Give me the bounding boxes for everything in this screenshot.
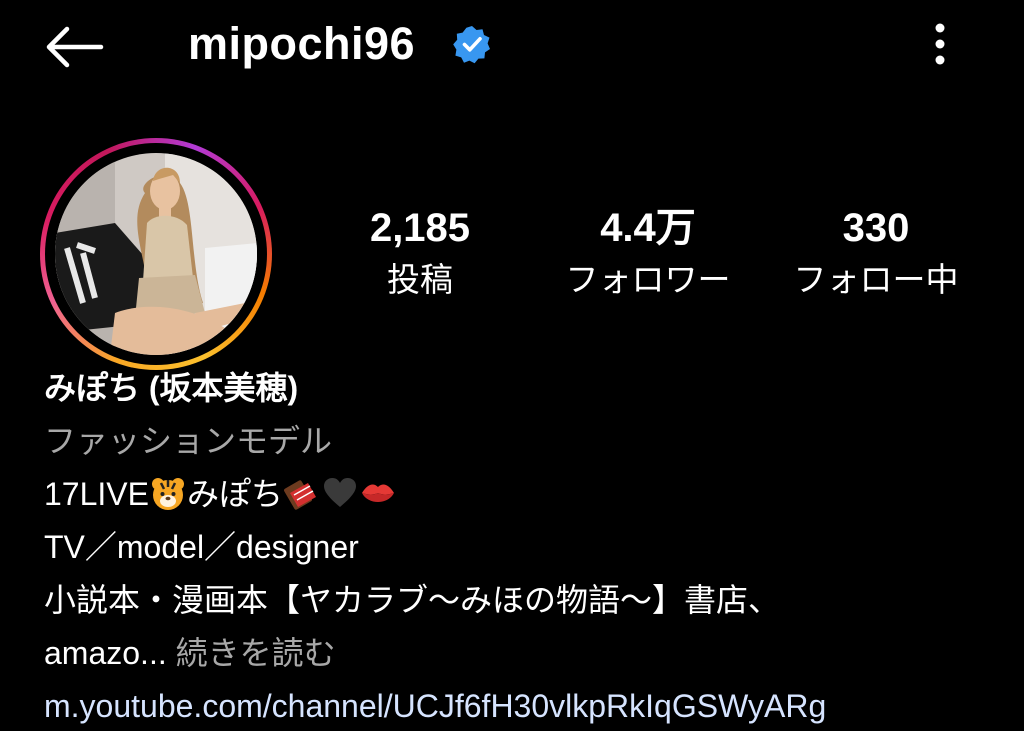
profile-photo <box>55 153 257 355</box>
bio-line-3: 小説本・漫画本【ヤカラブ〜みほの物語〜】書店、 <box>44 582 781 618</box>
more-vertical-icon <box>935 23 945 65</box>
tiger-face-emoji <box>151 478 184 510</box>
bio-line-4: amazo... 続きを読む <box>44 627 1004 680</box>
bio-line-2: TV／model／designer <box>44 529 359 565</box>
display-name: みぽち (坂本美穂) <box>44 370 299 406</box>
more-options-button[interactable] <box>916 18 964 70</box>
bio-section: みぽち (坂本美穂) ファッションモデル 17LIVE みぽち TV／model… <box>44 362 1004 731</box>
kiss-mark-emoji <box>361 484 394 502</box>
story-ring[interactable] <box>40 138 272 370</box>
followers-label: フォロワー <box>565 260 731 299</box>
following-count: 330 <box>842 206 910 250</box>
chocolate-bar-emoji <box>284 480 316 510</box>
profile-category: ファッションモデル <box>44 423 333 459</box>
followers-stat[interactable]: 4.4万 フォロワー <box>566 200 731 302</box>
black-heart-emoji <box>323 478 356 507</box>
arrow-left-icon <box>46 26 104 68</box>
bio-line-1-text-a: 17LIVE <box>44 476 149 512</box>
followers-count: 4.4万 <box>600 206 696 250</box>
bio-website-link[interactable]: m.youtube.com/channel/UCJf6fH30vlkpRkIqG… <box>44 680 1004 731</box>
posts-count: 2,185 <box>369 206 471 250</box>
back-button[interactable] <box>38 22 110 72</box>
bio-truncated-text: amazo... <box>44 635 167 671</box>
profile-username: mipochi96 <box>188 18 416 69</box>
read-more-link[interactable]: 続きを読む <box>176 635 336 671</box>
bio-line-1: 17LIVE みぽち <box>44 468 1004 521</box>
following-label: フォロー中 <box>793 260 959 299</box>
avatar[interactable] <box>55 153 257 355</box>
posts-stat[interactable]: 2,185 投稿 <box>370 200 470 302</box>
bio-line-1-text-b: みぽち <box>186 476 283 512</box>
verified-badge-icon <box>453 26 490 64</box>
following-stat[interactable]: 330 フォロー中 <box>794 200 959 302</box>
posts-label: 投稿 <box>386 260 453 299</box>
profile-screen: mipochi96 2,185 投稿 4.4万 フォロワー 330 フォロー中 … <box>0 0 1024 731</box>
